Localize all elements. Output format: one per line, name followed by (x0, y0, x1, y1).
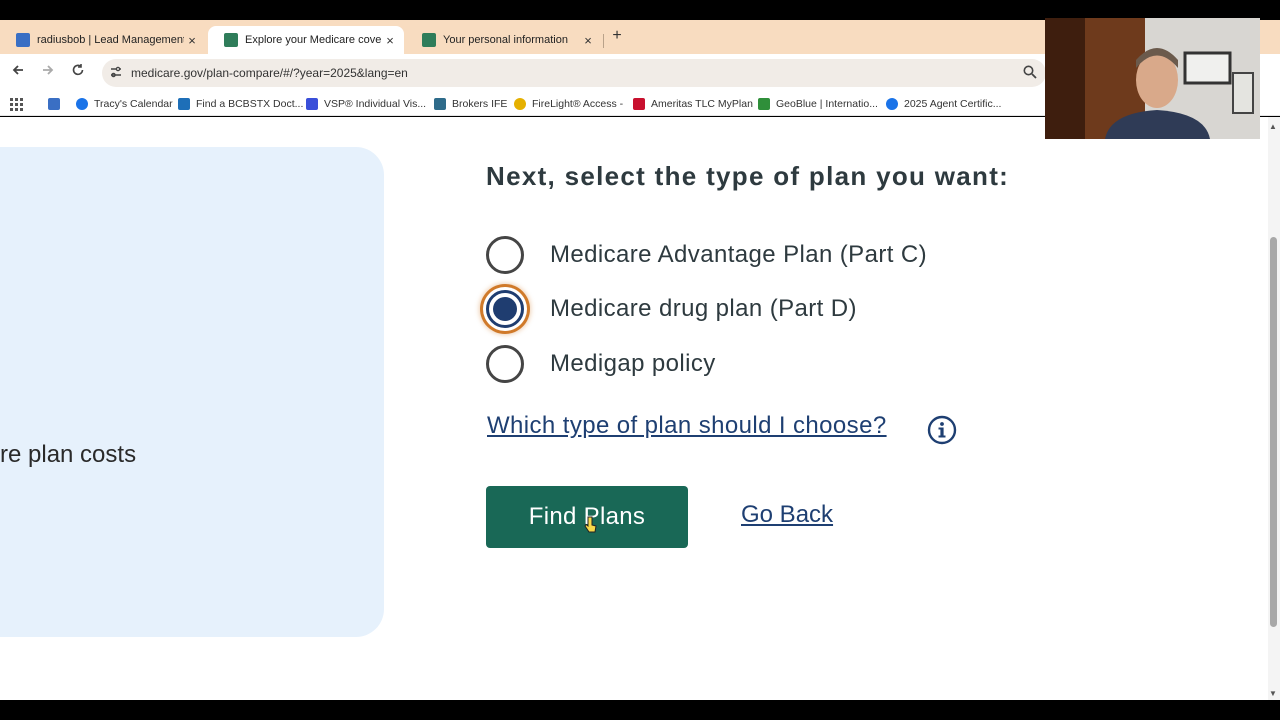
plan-option-part-d[interactable]: Medicare drug plan (Part D) (486, 289, 857, 329)
mouse-pointer-icon (584, 516, 598, 534)
zoom-magnifier-icon[interactable] (1022, 64, 1040, 82)
scroll-up-icon[interactable]: ▲ (1269, 122, 1277, 131)
address-bar[interactable]: medicare.gov/plan-compare/#/?year=2025&l… (102, 59, 1046, 87)
bookmark-label: Find a BCBSTX Doct... (196, 98, 304, 110)
radiusbob-favicon-icon (16, 33, 30, 47)
agent-cert-favicon-icon (886, 98, 898, 110)
bookmark-item[interactable]: 2025 Agent Certific... (886, 96, 1001, 112)
radius-favicon-icon (48, 98, 60, 110)
info-card: re plan costs (0, 147, 384, 637)
bookmark-label: 2025 Agent Certific... (904, 98, 1002, 110)
bookmark-label: Tracy's Calendar (94, 98, 173, 110)
tab-radiusbob[interactable]: radiusbob | Lead Management × (0, 26, 206, 54)
page-heading: Next, select the type of plan you want: (486, 161, 1010, 191)
close-tab-icon[interactable]: × (382, 33, 398, 48)
radio-label[interactable]: Medigap policy (550, 350, 716, 378)
ameritas-favicon-icon (633, 98, 645, 110)
which-plan-help-link[interactable]: Which type of plan should I choose? (487, 412, 887, 440)
vsp-heart-favicon-icon (306, 98, 318, 110)
bookmark-item[interactable]: GeoBlue | Internatio... (758, 96, 878, 112)
bookmark-radius-icon[interactable] (48, 96, 66, 112)
info-icon[interactable] (927, 415, 957, 445)
tab-separator (603, 34, 604, 48)
apps-grid-icon[interactable] (10, 96, 23, 112)
bookmark-label: Brokers IFE (452, 98, 508, 110)
reload-icon[interactable] (68, 63, 88, 83)
bottom-letterbox (0, 700, 1280, 720)
bookmark-item[interactable]: Tracy's Calendar (76, 96, 173, 112)
tab-title: radiusbob | Lead Management (37, 34, 184, 46)
close-tab-icon[interactable]: × (580, 33, 596, 48)
geoblue-g-favicon-icon (758, 98, 770, 110)
calendar-favicon-icon (76, 98, 88, 110)
card-text: re plan costs (0, 441, 137, 468)
shield-favicon-icon (434, 98, 446, 110)
bookmark-item[interactable]: Ameritas TLC MyPlan (633, 96, 753, 112)
webcam-overlay (1045, 18, 1260, 139)
plan-option-medigap[interactable]: Medigap policy (486, 344, 716, 384)
plan-option-part-c[interactable]: Medicare Advantage Plan (Part C) (486, 235, 927, 275)
close-tab-icon[interactable]: × (184, 33, 200, 48)
radio-button[interactable] (486, 345, 524, 383)
bookmark-item[interactable]: FireLight® Access - (514, 96, 623, 112)
page-content: re plan costs Next, select the type of p… (0, 117, 1268, 700)
radio-label[interactable]: Medicare Advantage Plan (Part C) (550, 241, 927, 269)
bookmark-item[interactable]: VSP® Individual Vis... (306, 96, 426, 112)
tab-personal-info[interactable]: Your personal information × (406, 26, 602, 54)
radio-button-selected[interactable] (486, 290, 524, 328)
bcbs-favicon-icon (178, 98, 190, 110)
scroll-thumb[interactable] (1270, 237, 1277, 627)
page-scrollbar[interactable]: ▲ ▼ (1268, 117, 1280, 700)
site-info-icon[interactable] (108, 65, 124, 81)
bookmark-label: GeoBlue | Internatio... (776, 98, 878, 110)
tab-explore-medicare[interactable]: Explore your Medicare coverage × (208, 26, 404, 54)
scroll-down-icon[interactable]: ▼ (1269, 689, 1277, 698)
tab-title: Your personal information (443, 34, 568, 46)
top-letterbox (0, 0, 1280, 20)
bookmark-item[interactable]: Find a BCBSTX Doct... (178, 96, 303, 112)
url-text: medicare.gov/plan-compare/#/?year=2025&l… (131, 66, 408, 80)
forward-arrow-icon[interactable] (38, 63, 58, 83)
bookmark-label: FireLight® Access - (532, 98, 624, 110)
bookmark-item[interactable]: Brokers IFE (434, 96, 507, 112)
tab-title: Explore your Medicare coverage (245, 34, 382, 46)
firelight-favicon-icon (514, 98, 526, 110)
medicare-favicon-icon (422, 33, 436, 47)
back-arrow-icon[interactable] (8, 63, 28, 83)
bookmark-label: VSP® Individual Vis... (324, 98, 427, 110)
radio-button[interactable] (486, 236, 524, 274)
radio-label[interactable]: Medicare drug plan (Part D) (550, 295, 857, 323)
bookmark-label: Ameritas TLC MyPlan (651, 98, 753, 110)
go-back-link[interactable]: Go Back (741, 501, 833, 529)
medicare-favicon-icon (224, 33, 238, 47)
new-tab-button[interactable]: + (608, 27, 626, 45)
